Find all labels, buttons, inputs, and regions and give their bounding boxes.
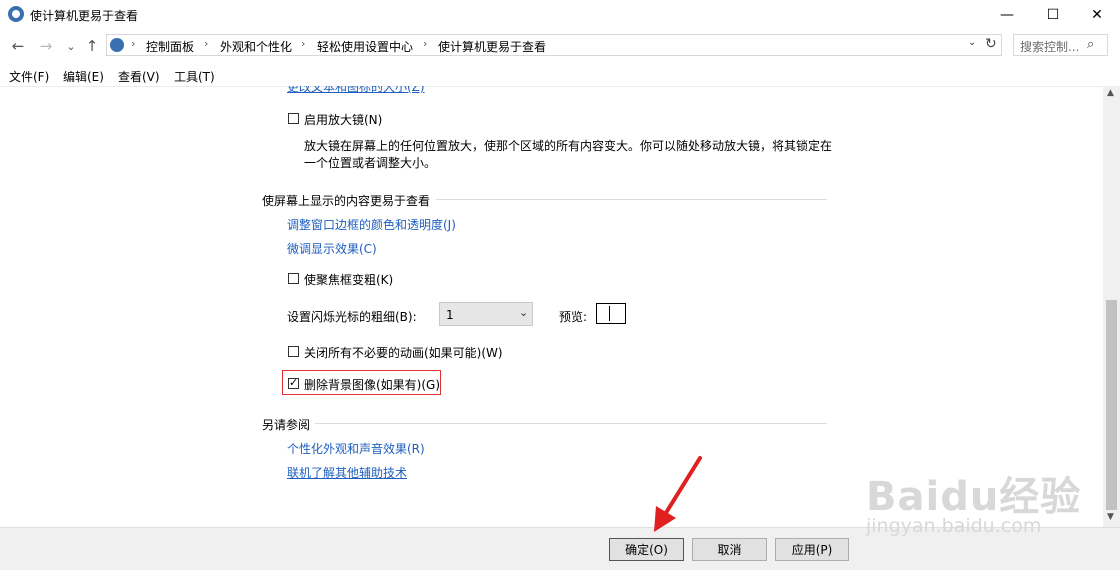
scroll-down-arrow-icon[interactable]: ▼ [1107,512,1114,522]
cursor-preview-box [596,303,626,324]
red-arrow-annotation [654,456,702,532]
cursor-thickness-value: 1 [446,308,454,322]
menu-file[interactable]: 文件(F) [9,68,49,85]
close-button[interactable]: ✕ [1074,0,1120,30]
magnifier-description: 放大镜在屏幕上的任何位置放大，使那个区域的所有内容变大。你可以随处移动放大镜，将… [304,139,833,153]
assistive-tech-link[interactable]: 联机了解其他辅助技术 [287,464,407,481]
menu-bar [0,64,1120,87]
minimize-button[interactable]: — [984,0,1030,30]
thick-focus-checkbox-label[interactable]: 使聚焦框变粗(K) [304,271,393,288]
window-color-link[interactable]: 调整窗口边框的颜色和透明度(J) [287,216,456,233]
cursor-thickness-label: 设置闪烁光标的粗细(B): [287,310,417,324]
breadcrumb-separator[interactable]: › [131,37,135,50]
clipped-link-container: 更改文本和图标的大小(Z) [0,86,1103,94]
magnifier-description: 一个位置或者调整大小。 [304,156,437,170]
address-dropdown-chevron-icon[interactable]: ⌄ [968,37,976,48]
disable-animations-checkbox-label[interactable]: 关闭所有不必要的动画(如果可能)(W) [304,344,503,361]
scrollbar-thumb[interactable] [1106,300,1117,510]
remove-background-checkbox-label[interactable]: 删除背景图像(如果有)(G) [304,376,440,393]
breadcrumb-control-panel[interactable]: 控制面板 [146,38,194,55]
cleartype-link[interactable]: 微调显示效果(C) [287,240,377,257]
control-panel-address-icon [110,38,124,52]
refresh-icon[interactable]: ↻ [985,36,997,52]
maximize-button[interactable]: ☐ [1030,0,1076,30]
breadcrumb-appearance[interactable]: 外观和个性化 [220,38,292,55]
magnifier-checkbox[interactable] [288,113,299,124]
section-divider [315,423,827,424]
baidu-watermark-url: jingyan.baidu.com [866,515,1042,537]
section-title-see-also: 另请参阅 [262,418,311,432]
ok-button[interactable]: 确定(O) [609,538,684,561]
control-panel-app-icon [8,6,24,22]
disable-animations-checkbox[interactable] [288,346,299,357]
baidu-watermark-logo: Baidu经验 [866,474,1082,520]
breadcrumb-ease-of-access[interactable]: 轻松使用设置中心 [317,38,413,55]
change-text-size-link[interactable]: 更改文本和图标的大小(Z) [287,86,425,94]
section-divider [436,199,827,200]
personalization-link[interactable]: 个性化外观和声音效果(R) [287,440,425,457]
apply-button[interactable]: 应用(P) [775,538,849,561]
thick-focus-checkbox[interactable] [288,273,299,284]
forward-arrow-icon[interactable]: → [36,36,56,56]
recent-locations-chevron-icon[interactable]: ⌄ [61,36,81,56]
menu-view[interactable]: 查看(V) [118,68,160,85]
cursor-preview-caret [609,306,610,321]
preview-label: 预览: [559,310,588,324]
breadcrumb-current-page[interactable]: 使计算机更易于查看 [438,38,546,55]
title-bar [0,0,1120,30]
breadcrumb-separator[interactable]: › [204,37,208,50]
breadcrumb-separator[interactable]: › [423,37,427,50]
chevron-down-icon: ⌄ [519,306,529,319]
back-arrow-icon[interactable]: ← [8,36,28,56]
remove-background-checkbox[interactable] [288,376,299,389]
cancel-button[interactable]: 取消 [692,538,767,561]
search-placeholder: 搜索控制... [1020,40,1080,54]
breadcrumb-separator[interactable]: › [301,37,305,50]
window-title: 使计算机更易于查看 [30,9,139,23]
up-arrow-icon[interactable]: ↑ [82,36,102,56]
magnifier-checkbox-label[interactable]: 启用放大镜(N) [304,111,382,128]
scroll-up-arrow-icon[interactable]: ▲ [1107,88,1114,98]
menu-tools[interactable]: 工具(T) [174,68,215,85]
section-title-visibility: 使屏幕上显示的内容更易于查看 [262,194,431,208]
search-icon[interactable]: ⌕ [1087,37,1094,52]
menu-edit[interactable]: 编辑(E) [63,68,104,85]
